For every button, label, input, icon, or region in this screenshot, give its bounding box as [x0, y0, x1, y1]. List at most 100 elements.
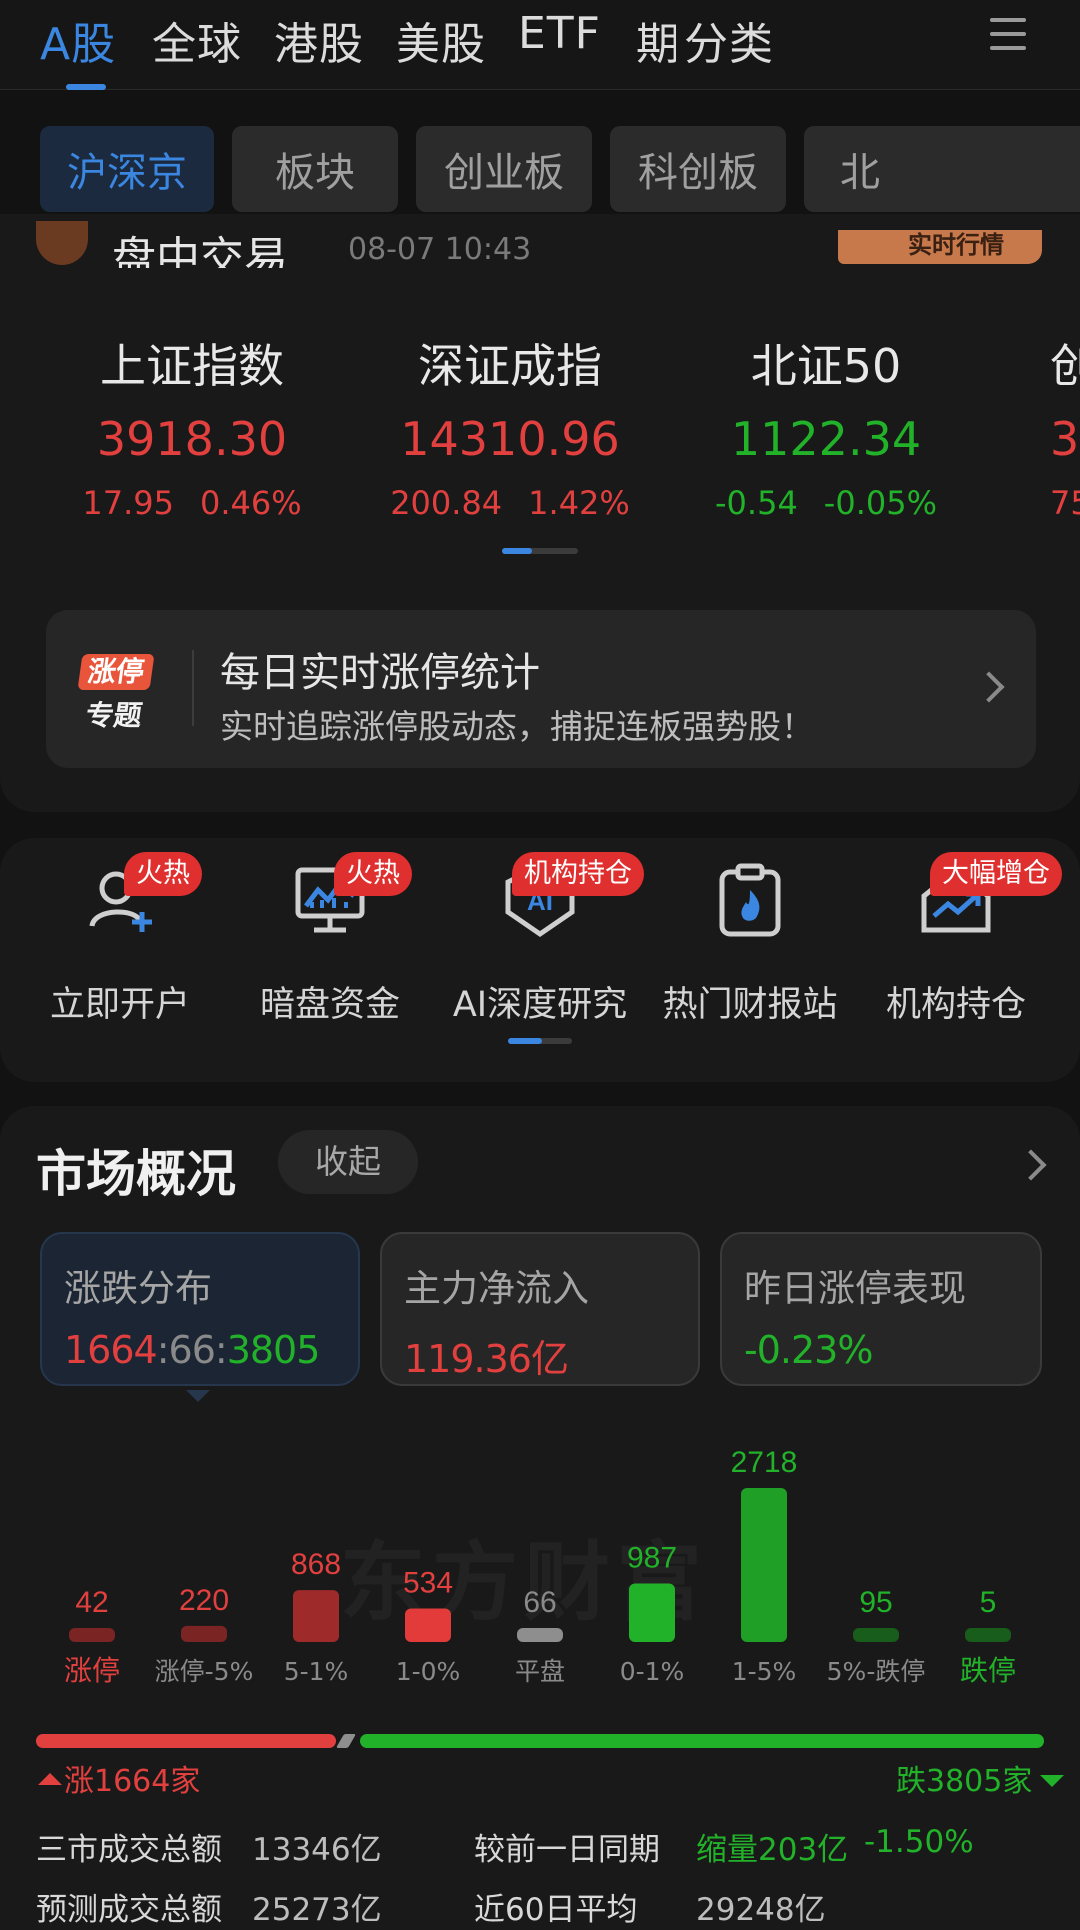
session-row: 盘中交易 08-07 10:43 实时行情 [0, 214, 1080, 268]
index-value: 3918.30 [96, 412, 288, 466]
banner-title: 每日实时涨停统计 [220, 650, 540, 696]
entry-label: 暗盘资金 [259, 985, 400, 1025]
chevron-right-icon[interactable] [1015, 1149, 1047, 1181]
box-label: 昨日涨停表现 [744, 1267, 966, 1310]
collapse-button[interactable]: 收起 [278, 1130, 418, 1194]
arrow-up-icon [38, 1773, 62, 1785]
category-label: 涨停 [64, 1654, 120, 1687]
distribution-bar-chart: 42 涨停 220 涨停-5% 868 5-1% 534 1-0% 66 平盘 987 0-1% 271… [64, 1446, 1016, 1687]
logo-top: 涨停 [77, 654, 155, 690]
subtab-star[interactable]: 科创板 [610, 126, 786, 212]
avg60-label: 近60日平均 [474, 1892, 638, 1928]
logo-bottom: 专题 [83, 699, 145, 732]
compare-pct: -1.50% [864, 1824, 974, 1860]
hot-badge: 火热 [334, 852, 412, 896]
top-tab-bar: A股 全球 港股 美股 ETF 期 分类 [0, 0, 1080, 90]
index-sh[interactable]: 上证指数 3918.30 17.95 0.46% [42, 330, 342, 522]
tab-category[interactable]: 分类 [684, 8, 774, 72]
tab-us[interactable]: 美股 [396, 8, 486, 72]
index-name: 北证50 [750, 339, 902, 393]
menu-icon[interactable] [990, 18, 1026, 52]
fall-count: 跌3805家 [896, 1756, 1065, 1800]
fall-ratio-bar [360, 1734, 1044, 1748]
bar-8 [965, 1628, 1011, 1642]
session-icon [36, 221, 88, 265]
section-title: 市场概况 [36, 1145, 236, 1203]
subtab-beijing[interactable]: 北 [804, 126, 1080, 212]
arrow-down-icon [1040, 1775, 1065, 1787]
compare-label: 较前一日同期 [474, 1832, 660, 1868]
entry-label: 机构持仓 [885, 985, 1026, 1025]
entry-label: 立即开户 [49, 985, 190, 1025]
down-count: 3805 [226, 1328, 321, 1372]
increase-badge: 大幅增仓 [930, 852, 1062, 896]
bar-value-label: 868 [291, 1548, 341, 1581]
category-label: 0-1% [620, 1657, 685, 1686]
subtab-chinext[interactable]: 创业板 [416, 126, 592, 212]
quick-entry-card: 立即开户 火热 暗盘资金 火热 AI AI深度研究 机构持仓 热门财报站 机构持… [0, 838, 1080, 1082]
bar-value-label: 534 [403, 1567, 453, 1600]
entry-earnings[interactable]: 热门财报站 [650, 860, 850, 1027]
box-label: 主力净流入 [404, 1267, 589, 1310]
index-sz[interactable]: 深证成指 14310.96 200.84 1.42% [360, 330, 660, 522]
index-value: 14310.96 [400, 412, 620, 466]
category-label: 平盘 [515, 1657, 565, 1686]
divider [192, 650, 194, 726]
active-box-caret [186, 1390, 210, 1402]
entry-pager [508, 1038, 572, 1044]
category-label: 1-5% [732, 1657, 797, 1686]
limit-up-banner[interactable]: 涨停 专题 每日实时涨停统计 实时追踪涨停股动态，捕捉连板强势股！ [46, 610, 1036, 768]
box-value: 119.36亿 [404, 1337, 569, 1381]
index-name: 上证指数 [100, 339, 284, 393]
index-chinext[interactable]: 创 3 75. [1050, 330, 1080, 522]
updown-distribution-box[interactable]: 涨跌分布 1664:66:3805 [40, 1232, 360, 1386]
index-change: -0.54 [715, 484, 798, 522]
bar-value-label: 220 [179, 1584, 229, 1617]
up-count: 1664 [64, 1328, 158, 1372]
subtab-hushenjing[interactable]: 沪深京 [40, 126, 214, 212]
session-time: 08-07 10:43 [348, 232, 532, 267]
subtab-sector[interactable]: 板块 [232, 126, 398, 212]
institution-badge: 机构持仓 [512, 852, 644, 896]
forecast-value: 25273亿 [252, 1892, 382, 1928]
category-label: 5-1% [284, 1657, 349, 1686]
tab-hk[interactable]: 港股 [274, 8, 364, 72]
index-value: 3 [1050, 412, 1080, 466]
category-label: 跌停 [960, 1654, 1016, 1687]
clipboard-flame-icon [710, 860, 790, 940]
bar-value-label: 987 [627, 1542, 677, 1575]
banner-subtitle: 实时追踪涨停股动态，捕捉连板强势股！ [220, 707, 814, 746]
forecast-label: 预测成交总额 [36, 1892, 222, 1928]
rise-count: 涨1664家 [38, 1756, 200, 1800]
tab-futures[interactable]: 期 [636, 8, 676, 72]
index-pct: 0.46% [199, 484, 302, 522]
bar-value-label: 95 [859, 1586, 892, 1619]
category-label: 1-0% [396, 1657, 461, 1686]
index-pct: -0.05% [823, 484, 937, 522]
bar-0 [69, 1628, 115, 1642]
realtime-tag[interactable]: 实时行情 [838, 230, 1042, 264]
box-value: -0.23% [744, 1328, 873, 1372]
index-value: 1122.34 [730, 412, 922, 466]
category-label: 涨停-5% [155, 1657, 254, 1686]
index-change: 17.95 [82, 484, 174, 522]
bar-1 [181, 1625, 227, 1642]
tab-etf[interactable]: ETF [518, 8, 601, 59]
entry-label: AI深度研究 [452, 985, 628, 1025]
active-tab-indicator [66, 84, 106, 90]
rise-ratio-bar [36, 1734, 336, 1748]
bar-5 [629, 1583, 675, 1642]
bar-4 [517, 1628, 563, 1642]
bar-value-label: 2718 [731, 1446, 798, 1479]
index-name: 创 [1050, 339, 1080, 393]
index-change: 200.84 [390, 484, 503, 522]
index-name: 深证成指 [418, 339, 602, 393]
box-label: 涨跌分布 [64, 1267, 212, 1310]
category-label: 5%-跌停 [827, 1657, 926, 1686]
main-inflow-box[interactable]: 主力净流入 119.36亿 [380, 1232, 700, 1386]
yesterday-limit-box[interactable]: 昨日涨停表现 -0.23% [720, 1232, 1042, 1386]
tab-global[interactable]: 全球 [152, 8, 242, 72]
bar-2 [293, 1590, 339, 1642]
tab-a-share[interactable]: A股 [40, 8, 116, 72]
index-bz50[interactable]: 北证50 1122.34 -0.54 -0.05% [676, 330, 976, 522]
